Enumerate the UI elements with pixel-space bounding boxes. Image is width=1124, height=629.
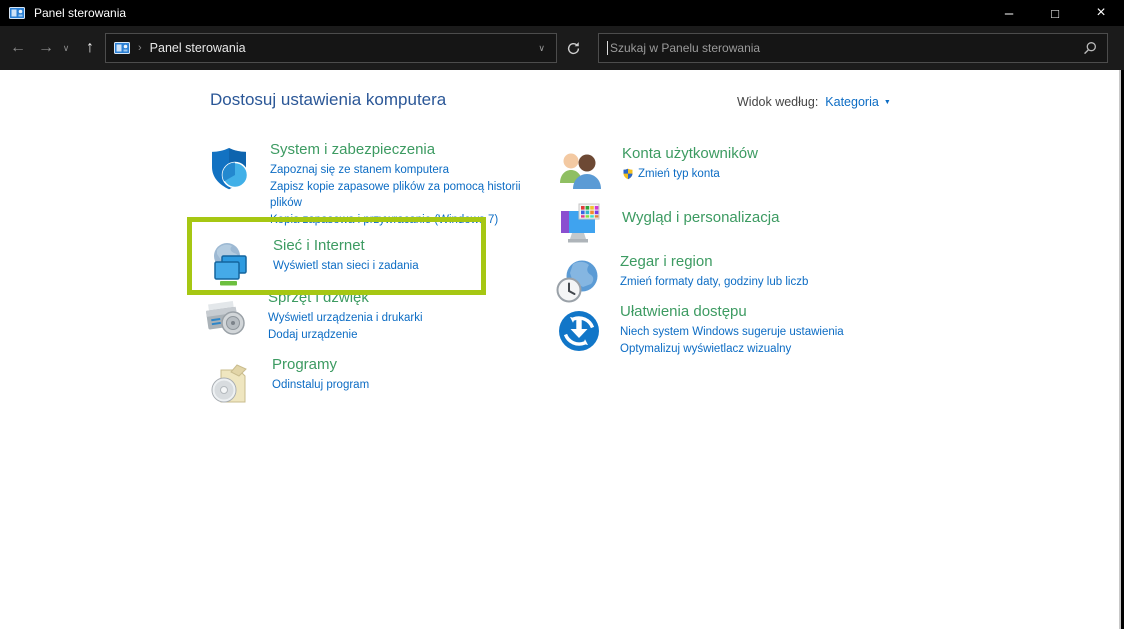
- address-bar[interactable]: › Panel sterowania ∨: [105, 33, 557, 63]
- forward-button[interactable]: →: [34, 36, 58, 60]
- category-link[interactable]: Zapoznaj się ze stanem komputera: [270, 162, 532, 179]
- up-icon: ↑: [86, 39, 94, 57]
- category-title[interactable]: Ułatwienia dostępu: [620, 302, 920, 322]
- category-link[interactable]: Kopia zapasowa i przywracanie (Windows 7…: [270, 212, 532, 229]
- category-network-internet: Sieć i Internet Wyświetl stan sieci i za…: [208, 236, 535, 289]
- chevron-down-icon: ∨: [63, 43, 70, 54]
- program-box-icon[interactable]: [207, 360, 255, 408]
- category-link[interactable]: Odinstaluj program: [272, 377, 534, 394]
- category-title[interactable]: Programy: [272, 355, 534, 375]
- content-area: Dostosuj ustawienia komputera Widok wedł…: [0, 70, 1121, 629]
- category-link[interactable]: Zapisz kopie zapasowe plików za pomocą h…: [270, 179, 532, 212]
- recent-pages-button[interactable]: ∨: [58, 36, 74, 60]
- category-programs: Programy Odinstaluj program: [207, 355, 534, 408]
- view-by-value: Kategoria: [825, 95, 879, 109]
- category-title[interactable]: Wygląd i personalizacja: [622, 208, 922, 228]
- breadcrumb[interactable]: Panel sterowania: [150, 41, 246, 55]
- printer-icon[interactable]: [203, 293, 251, 341]
- users-icon[interactable]: [557, 149, 605, 197]
- category-links: Niech system Windows sugeruje ustawienia…: [620, 324, 920, 357]
- category-title[interactable]: System i zabezpieczenia: [270, 140, 532, 160]
- category-clock-region: Zegar i region Zmień formaty daty, godzi…: [555, 252, 920, 305]
- category-title[interactable]: Zegar i region: [620, 252, 920, 272]
- address-dropdown-chevron-icon[interactable]: ∨: [538, 43, 545, 54]
- category-link[interactable]: Niech system Windows sugeruje ustawienia: [620, 324, 920, 341]
- close-icon: ×: [1096, 4, 1105, 22]
- security-shield-icon[interactable]: [205, 145, 253, 193]
- view-by-label: Widok według:: [737, 95, 818, 109]
- close-button[interactable]: ×: [1078, 0, 1124, 26]
- category-hardware-sound: Sprzęt i dźwięk Wyświetl urządzenia i dr…: [203, 288, 530, 343]
- uac-shield-icon: [622, 168, 634, 180]
- window-title: Panel sterowania: [34, 6, 126, 20]
- category-links: Zmień typ konta: [622, 166, 922, 183]
- category-appearance-personalization: Wygląd i personalizacja: [557, 196, 922, 249]
- display-palette-icon[interactable]: [557, 201, 605, 249]
- refresh-button[interactable]: [561, 37, 585, 59]
- category-link[interactable]: Optymalizuj wyświetlacz wizualny: [620, 341, 920, 358]
- view-by-control: Widok według: Kategoria ▼: [737, 95, 891, 109]
- category-title[interactable]: Sprzęt i dźwięk: [268, 288, 530, 308]
- forward-icon: →: [38, 39, 54, 57]
- network-globe-icon[interactable]: [208, 241, 256, 289]
- minimize-button[interactable]: –: [986, 0, 1032, 26]
- accessibility-icon[interactable]: [555, 307, 603, 355]
- chevron-down-icon: ▼: [884, 99, 891, 106]
- category-link[interactable]: Wyświetl urządzenia i drukarki: [268, 310, 530, 327]
- view-by-dropdown[interactable]: Kategoria ▼: [825, 95, 890, 109]
- clock-globe-icon[interactable]: [555, 257, 603, 305]
- category-links: Wyświetl stan sieci i zadania: [273, 258, 535, 275]
- back-button[interactable]: ←: [6, 36, 30, 60]
- control-panel-icon: [9, 5, 25, 21]
- page-title: Dostosuj ustawienia komputera: [210, 90, 446, 110]
- title-bar: Panel sterowania – □ ×: [0, 0, 1124, 26]
- navigation-toolbar: ← → ∨ ↑ › Panel sterowania ∨: [0, 26, 1124, 70]
- search-icon[interactable]: [1083, 41, 1097, 55]
- category-links: Wyświetl urządzenia i drukarki Dodaj urz…: [268, 310, 530, 343]
- window-controls: – □ ×: [986, 0, 1124, 26]
- category-link[interactable]: Zmień formaty daty, godziny lub liczb: [620, 274, 920, 291]
- back-icon: ←: [10, 39, 26, 57]
- category-system-security: System i zabezpieczenia Zapoznaj się ze …: [205, 140, 532, 228]
- category-link[interactable]: Wyświetl stan sieci i zadania: [273, 258, 535, 275]
- category-link[interactable]: Zmień typ konta: [622, 166, 922, 183]
- category-title[interactable]: Konta użytkowników: [622, 144, 922, 164]
- category-title[interactable]: Sieć i Internet: [273, 236, 535, 256]
- control-panel-icon: [114, 40, 130, 56]
- up-button[interactable]: ↑: [78, 36, 102, 60]
- maximize-icon: □: [1051, 6, 1059, 21]
- search-input[interactable]: [608, 41, 1083, 55]
- category-links: Zapoznaj się ze stanem komputera Zapisz …: [270, 162, 532, 228]
- search-box[interactable]: [598, 33, 1108, 63]
- category-links: Zmień formaty daty, godziny lub liczb: [620, 274, 920, 291]
- breadcrumb-chevron-icon: ›: [138, 42, 142, 54]
- category-user-accounts: Konta użytkowników Zmień typ konta: [557, 144, 922, 197]
- minimize-icon: –: [1005, 5, 1013, 22]
- refresh-icon: [566, 41, 581, 56]
- maximize-button[interactable]: □: [1032, 0, 1078, 26]
- category-ease-of-access: Ułatwienia dostępu Niech system Windows …: [555, 302, 920, 357]
- category-link[interactable]: Dodaj urządzenie: [268, 327, 530, 344]
- category-links: Odinstaluj program: [272, 377, 534, 394]
